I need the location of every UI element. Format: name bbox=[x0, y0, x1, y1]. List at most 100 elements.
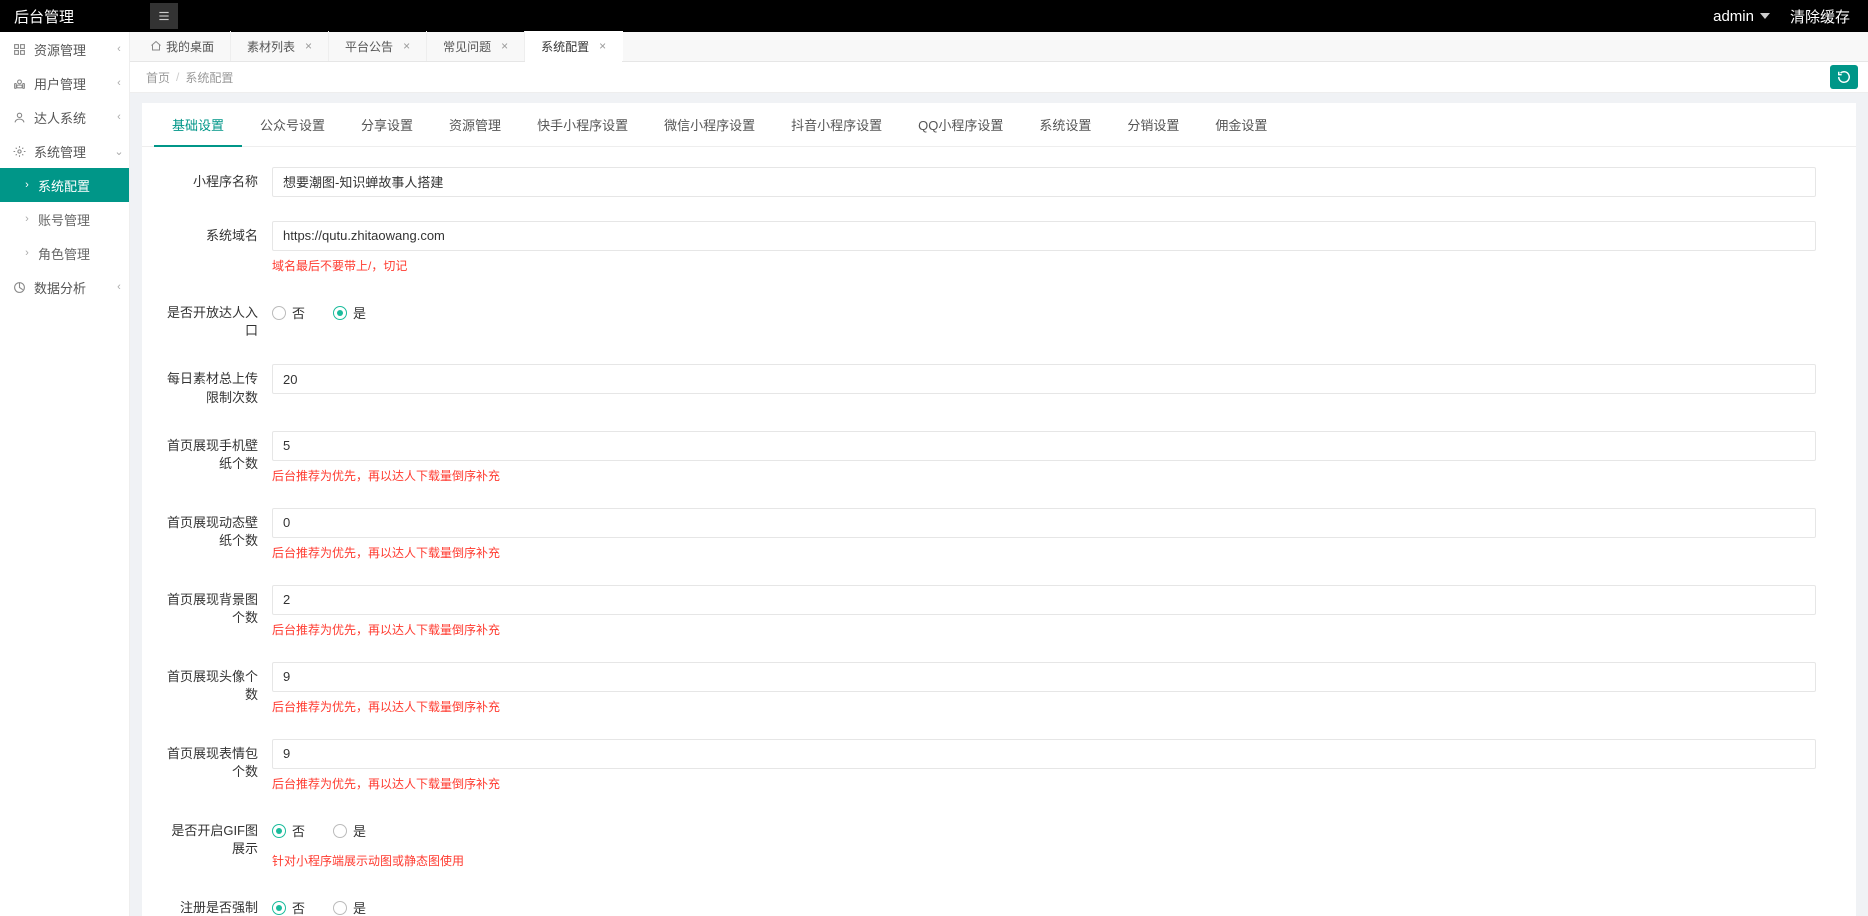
user-icon bbox=[10, 77, 28, 90]
hint-home-avatar: 后台推荐为优先，再以达人下载量倒序补充 bbox=[272, 698, 1816, 715]
brand-title: 后台管理 bbox=[10, 6, 150, 27]
chevron-right-icon: › bbox=[18, 213, 36, 225]
hint-home-emoji: 后台推荐为优先，再以达人下载量倒序补充 bbox=[272, 775, 1816, 792]
input-home-phone[interactable] bbox=[272, 431, 1816, 461]
input-home-bg[interactable] bbox=[272, 585, 1816, 615]
sidebar-item-label: 资源管理 bbox=[34, 40, 109, 59]
subtab-share[interactable]: 分享设置 bbox=[343, 103, 431, 146]
tab-desktop[interactable]: 我的桌面 bbox=[134, 31, 231, 61]
radio-label: 是 bbox=[353, 821, 366, 840]
input-home-emoji[interactable] bbox=[272, 739, 1816, 769]
sidebar-item-label: 数据分析 bbox=[34, 278, 109, 297]
sidebar-item-label: 用户管理 bbox=[34, 74, 109, 93]
sidebar-item-label: 系统管理 bbox=[34, 142, 109, 161]
page-tabs: 我的桌面 素材列表 × 平台公告 × 常见问题 × 系统配置 × bbox=[130, 32, 1868, 62]
input-home-dynamic[interactable] bbox=[272, 508, 1816, 538]
subtab-system[interactable]: 系统设置 bbox=[1021, 103, 1109, 146]
tab-platform-notice[interactable]: 平台公告 × bbox=[329, 31, 427, 61]
radio-label: 是 bbox=[353, 898, 366, 916]
subtab-dist[interactable]: 分销设置 bbox=[1109, 103, 1197, 146]
label-domain: 系统域名 bbox=[162, 221, 262, 245]
tab-label: 常见问题 bbox=[443, 38, 491, 55]
sidebar-sub-label: 角色管理 bbox=[38, 244, 129, 263]
sidebar-item-system[interactable]: 系统管理 ⌄ bbox=[0, 134, 129, 168]
sidebar-sub-account[interactable]: › 账号管理 bbox=[0, 202, 129, 236]
close-icon[interactable]: × bbox=[403, 39, 410, 53]
subtab-kuaishou[interactable]: 快手小程序设置 bbox=[519, 103, 646, 146]
sidebar: 资源管理 ‹ 用户管理 ‹ 达人系统 ‹ bbox=[0, 32, 130, 916]
user-name: admin bbox=[1713, 8, 1754, 25]
sidebar-item-resource[interactable]: 资源管理 ‹ bbox=[0, 32, 129, 66]
radio-reg-yes[interactable]: 是 bbox=[333, 898, 366, 916]
hamburger-button[interactable] bbox=[150, 3, 178, 29]
label-home-emoji: 首页展现表情包个数 bbox=[162, 739, 262, 781]
subtab-qq[interactable]: QQ小程序设置 bbox=[900, 103, 1021, 146]
breadcrumb: 首页 / 系统配置 bbox=[130, 62, 1868, 92]
refresh-button[interactable] bbox=[1830, 65, 1858, 89]
topbar: 后台管理 admin 清除缓存 bbox=[0, 0, 1868, 32]
breadcrumb-root[interactable]: 首页 bbox=[146, 69, 170, 86]
clear-cache-button[interactable]: 清除缓存 bbox=[1790, 6, 1850, 27]
breadcrumb-current: 系统配置 bbox=[185, 69, 233, 86]
tab-label: 平台公告 bbox=[345, 38, 393, 55]
radio-daren-no[interactable]: 否 bbox=[272, 303, 305, 322]
sidebar-sub-system-config[interactable]: › 系统配置 bbox=[0, 168, 129, 202]
input-home-avatar[interactable] bbox=[272, 662, 1816, 692]
label-gif-show: 是否开启GIF图展示 bbox=[162, 816, 262, 858]
label-daily-upload: 每日素材总上传限制次数 bbox=[162, 364, 262, 406]
subtab-douyin[interactable]: 抖音小程序设置 bbox=[773, 103, 900, 146]
label-reg-force: 注册是否强制 bbox=[162, 893, 262, 916]
settings-panel: 基础设置 公众号设置 分享设置 资源管理 快手小程序设置 微信小程序设置 抖音小… bbox=[142, 103, 1856, 916]
tab-faq[interactable]: 常见问题 × bbox=[427, 31, 525, 61]
label-home-dynamic: 首页展现动态壁纸个数 bbox=[162, 508, 262, 550]
sidebar-item-daren[interactable]: 达人系统 ‹ bbox=[0, 100, 129, 134]
radio-gif-yes[interactable]: 是 bbox=[333, 821, 366, 840]
hint-home-bg: 后台推荐为优先，再以达人下载量倒序补充 bbox=[272, 621, 1816, 638]
chevron-left-icon: ‹ bbox=[109, 43, 129, 55]
label-mini-name: 小程序名称 bbox=[162, 167, 262, 191]
person-icon bbox=[10, 111, 28, 124]
tab-material-list[interactable]: 素材列表 × bbox=[231, 31, 329, 61]
subtab-resource[interactable]: 资源管理 bbox=[431, 103, 519, 146]
input-mini-name[interactable] bbox=[272, 167, 1816, 197]
hint-home-dynamic: 后台推荐为优先，再以达人下载量倒序补充 bbox=[272, 544, 1816, 561]
chevron-right-icon: › bbox=[18, 247, 36, 259]
radio-gif-no[interactable]: 否 bbox=[272, 821, 305, 840]
subtab-official[interactable]: 公众号设置 bbox=[242, 103, 343, 146]
chevron-left-icon: ‹ bbox=[109, 77, 129, 89]
radio-reg-no[interactable]: 否 bbox=[272, 898, 305, 916]
sidebar-sub-role[interactable]: › 角色管理 bbox=[0, 236, 129, 270]
subtab-basic[interactable]: 基础设置 bbox=[154, 103, 242, 146]
home-icon bbox=[150, 40, 162, 52]
gear-icon bbox=[10, 145, 28, 158]
radio-daren-yes[interactable]: 是 bbox=[333, 303, 366, 322]
main-area: 我的桌面 素材列表 × 平台公告 × 常见问题 × 系统配置 × 首页 / 系 bbox=[130, 32, 1868, 916]
radio-label: 否 bbox=[292, 821, 305, 840]
hint-gif-show: 针对小程序端展示动图或静态图使用 bbox=[272, 852, 1816, 869]
chevron-down-icon bbox=[1760, 12, 1770, 20]
subtab-wechat[interactable]: 微信小程序设置 bbox=[646, 103, 773, 146]
refresh-icon bbox=[1837, 70, 1851, 84]
tab-system-config[interactable]: 系统配置 × bbox=[525, 31, 623, 61]
chart-icon bbox=[10, 281, 28, 294]
user-menu[interactable]: admin bbox=[1713, 8, 1770, 25]
grid-icon bbox=[10, 43, 28, 56]
sidebar-item-user[interactable]: 用户管理 ‹ bbox=[0, 66, 129, 100]
sidebar-sub-label: 账号管理 bbox=[38, 210, 129, 229]
input-domain[interactable] bbox=[272, 221, 1816, 251]
chevron-down-icon: ⌄ bbox=[109, 145, 129, 158]
tab-label: 素材列表 bbox=[247, 38, 295, 55]
breadcrumb-separator: / bbox=[176, 70, 179, 84]
close-icon[interactable]: × bbox=[305, 39, 312, 53]
close-icon[interactable]: × bbox=[501, 39, 508, 53]
input-daily-upload[interactable] bbox=[272, 364, 1816, 394]
tab-label: 我的桌面 bbox=[166, 38, 214, 55]
label-home-bg: 首页展现背景图个数 bbox=[162, 585, 262, 627]
subtab-commission[interactable]: 佣金设置 bbox=[1197, 103, 1285, 146]
label-daren-entry: 是否开放达人入口 bbox=[162, 298, 262, 340]
hint-domain: 域名最后不要带上/，切记 bbox=[272, 257, 1816, 274]
sidebar-item-analytics[interactable]: 数据分析 ‹ bbox=[0, 270, 129, 304]
tab-label: 系统配置 bbox=[541, 38, 589, 55]
close-icon[interactable]: × bbox=[599, 39, 606, 53]
radio-label: 是 bbox=[353, 303, 366, 322]
